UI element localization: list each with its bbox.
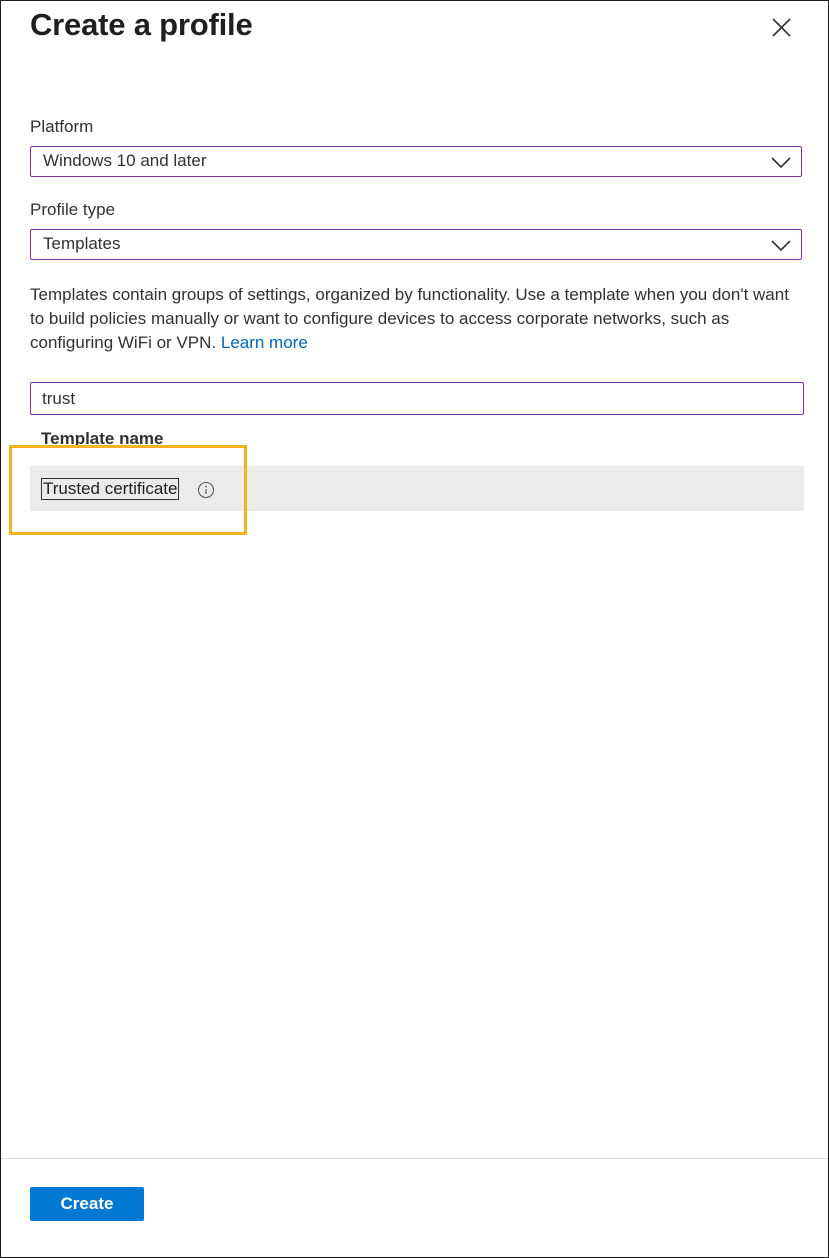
profile-type-select-value: Templates [43,234,121,253]
platform-select[interactable]: Windows 10 and later [30,146,802,177]
chevron-down-icon [771,240,791,252]
table-row[interactable]: Trusted certificate [30,466,804,511]
column-header-template-name: Template name [41,429,164,445]
platform-label: Platform [30,117,94,136]
search-input[interactable] [30,382,804,415]
learn-more-link[interactable]: Learn more [221,333,308,352]
description-text: Templates contain groups of settings, or… [30,285,789,352]
close-icon [772,18,791,37]
templates-description: Templates contain groups of settings, or… [30,283,800,355]
page-title: Create a profile [30,7,253,42]
create-profile-panel: Create a profile Platform Windows 10 and… [0,0,829,1258]
create-button[interactable]: Create [30,1187,144,1221]
info-icon[interactable] [197,481,215,499]
chevron-down-icon [771,157,791,169]
close-button[interactable] [766,13,796,43]
profile-type-label: Profile type [30,200,116,219]
platform-select-value: Windows 10 and later [43,151,207,170]
footer-divider [1,1158,828,1159]
profile-type-select[interactable]: Templates [30,229,802,260]
template-name-cell[interactable]: Trusted certificate [41,478,180,500]
